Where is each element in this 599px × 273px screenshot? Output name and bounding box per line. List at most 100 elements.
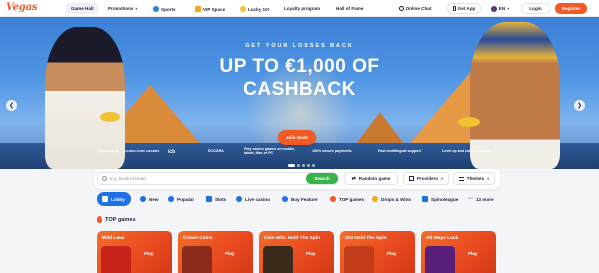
- chat-icon: [398, 6, 404, 11]
- game-card-wild-lava[interactable]: Wild Lava Play: [97, 231, 172, 273]
- phone-icon: [452, 6, 456, 11]
- carousel-next-button[interactable]: ❯: [574, 100, 585, 111]
- logo[interactable]: Vegas: [6, 2, 38, 13]
- category-tabs: Lobby New Popular Slots Live casino Buy …: [97, 192, 507, 206]
- tab-more[interactable]: ··· 13 more: [463, 192, 499, 206]
- tab-slots[interactable]: Slots: [201, 192, 231, 206]
- play-button[interactable]: Play: [306, 251, 315, 256]
- tab-new[interactable]: New: [135, 192, 163, 206]
- tab-label: Lobby: [111, 196, 125, 202]
- tab-label: New: [149, 196, 159, 202]
- online-chat-button[interactable]: Online Chat: [393, 3, 437, 14]
- tab-popular[interactable]: Popular: [163, 192, 199, 206]
- icb-badge: icb: [168, 149, 176, 155]
- top-games-heading: TOP games: [97, 216, 136, 223]
- join-now-button[interactable]: Join Now!: [278, 130, 316, 145]
- carousel-dot[interactable]: [307, 164, 310, 167]
- chevron-down-icon: ▾: [441, 176, 444, 181]
- tab-buy-feature[interactable]: Buy Feature: [277, 192, 323, 206]
- game-card-all-ways-luck[interactable]: All Ways Luck Play: [421, 231, 496, 273]
- tab-lobby[interactable]: Lobby: [97, 192, 131, 206]
- game-card-coin-win[interactable]: Coin Win: Hold The Spin Play: [259, 231, 334, 273]
- nav-label: Sports: [161, 6, 176, 12]
- tab-top-games[interactable]: TOP games: [325, 192, 369, 206]
- nav-hall-of-fame[interactable]: Hall of Fame: [336, 6, 363, 11]
- flame-icon: [97, 216, 102, 223]
- themes-icon: [458, 176, 464, 181]
- register-button[interactable]: Register: [555, 3, 587, 14]
- game-thumbnail[interactable]: [425, 246, 455, 273]
- carousel-dot[interactable]: [312, 164, 315, 167]
- hero-subtitle: GET YOUR LOSSES BACK: [245, 43, 354, 49]
- chevron-down-icon: ▾: [135, 6, 138, 11]
- nav-loyalty-program[interactable]: Loyalty program: [284, 6, 320, 11]
- game-name: 3x3 Hold The Spin: [345, 236, 387, 241]
- game-name: Crown Coins: [183, 236, 213, 241]
- search-button[interactable]: Search: [306, 173, 338, 184]
- popular-icon: [168, 196, 174, 202]
- get-app-label: Get App: [457, 6, 476, 11]
- flame-icon: [330, 196, 336, 202]
- hero-title-line-2: CASHBACK: [243, 79, 356, 100]
- play-button[interactable]: Play: [387, 251, 396, 256]
- nav-lucky-10[interactable]: Lucky 10!: [240, 6, 269, 12]
- game-thumbnail[interactable]: [182, 246, 212, 273]
- clover-icon: [240, 6, 246, 12]
- game-card-crown-coins[interactable]: Crown Coins Play: [178, 231, 253, 273]
- nav-label: Game Hall: [71, 6, 94, 11]
- nav-game-hall[interactable]: Game Hall: [66, 3, 99, 14]
- play-button[interactable]: Play: [468, 251, 477, 256]
- providers-label: Providers: [416, 176, 439, 181]
- carousel-prev-button[interactable]: ❮: [6, 100, 17, 111]
- game-thumbnail[interactable]: [101, 246, 131, 273]
- tab-label: TOP games: [339, 196, 365, 202]
- trust-bar: Approved by CASINO GURU AWARDS icb ECOGR…: [0, 147, 599, 161]
- home-icon: [102, 196, 108, 202]
- chevron-left-icon: ❮: [8, 103, 15, 109]
- get-app-button[interactable]: Get App: [447, 3, 481, 14]
- chevron-down-icon: ▾: [487, 176, 490, 181]
- tab-label: Live casino: [245, 196, 271, 202]
- gold-coins-right: [458, 117, 480, 127]
- carousel-dot[interactable]: [302, 164, 305, 167]
- login-label: Login: [529, 6, 542, 11]
- hero-title-line-1: UP TO €1,000 OF: [219, 56, 380, 77]
- grid-icon: [408, 176, 414, 181]
- game-thumbnail[interactable]: [344, 246, 374, 273]
- trust-multilingual-support: Fast multilingual support: [378, 149, 421, 153]
- tab-label: Popular: [177, 196, 195, 202]
- tab-label: Drops & Wins: [381, 196, 412, 202]
- nav-promotions[interactable]: Promotions ▾: [108, 6, 138, 11]
- random-game-button[interactable]: ⇄ Random game: [344, 172, 398, 185]
- chevron-right-icon: ❯: [576, 103, 583, 109]
- carousel-dot[interactable]: [288, 164, 295, 167]
- providers-dropdown[interactable]: Providers ▾: [403, 172, 449, 185]
- game-card-3x3-hold-the-spin[interactable]: 3x3 Hold The Spin Play: [340, 231, 415, 273]
- tab-label: 13 more: [476, 196, 494, 202]
- carousel-dot[interactable]: [297, 164, 300, 167]
- themes-dropdown[interactable]: Themes ▾: [453, 172, 495, 185]
- tab-spinoleague[interactable]: Spinoleague: [417, 192, 463, 206]
- play-note: Play casino games on mobile, tablet, Mac…: [244, 147, 296, 155]
- tab-label: Spinoleague: [431, 196, 459, 202]
- drops-icon: [372, 196, 378, 202]
- language-selector[interactable]: EN ▾: [489, 3, 511, 14]
- online-chat-label: Online Chat: [405, 6, 432, 11]
- nav-label: Loyalty program: [284, 6, 320, 11]
- game-thumbnail[interactable]: [263, 246, 293, 273]
- game-name: All Ways Luck: [426, 236, 459, 241]
- nav-sports[interactable]: Sports: [153, 6, 176, 12]
- search-input[interactable]: E.g. Book of Dead: [97, 172, 337, 185]
- play-button[interactable]: Play: [225, 251, 234, 256]
- tab-live-casino[interactable]: Live casino: [231, 192, 275, 206]
- play-button[interactable]: Play: [144, 251, 153, 256]
- themes-label: Themes: [466, 176, 485, 181]
- sports-ball-icon: [153, 6, 159, 12]
- nav-vip-space[interactable]: VIP Space: [195, 6, 225, 12]
- login-button[interactable]: Login: [521, 3, 550, 14]
- game-name: Wild Lava: [102, 236, 125, 241]
- random-game-label: Random game: [358, 176, 391, 181]
- tab-drops-wins[interactable]: Drops & Wins: [367, 192, 416, 206]
- new-icon: [140, 196, 146, 202]
- more-icon: ···: [468, 196, 473, 202]
